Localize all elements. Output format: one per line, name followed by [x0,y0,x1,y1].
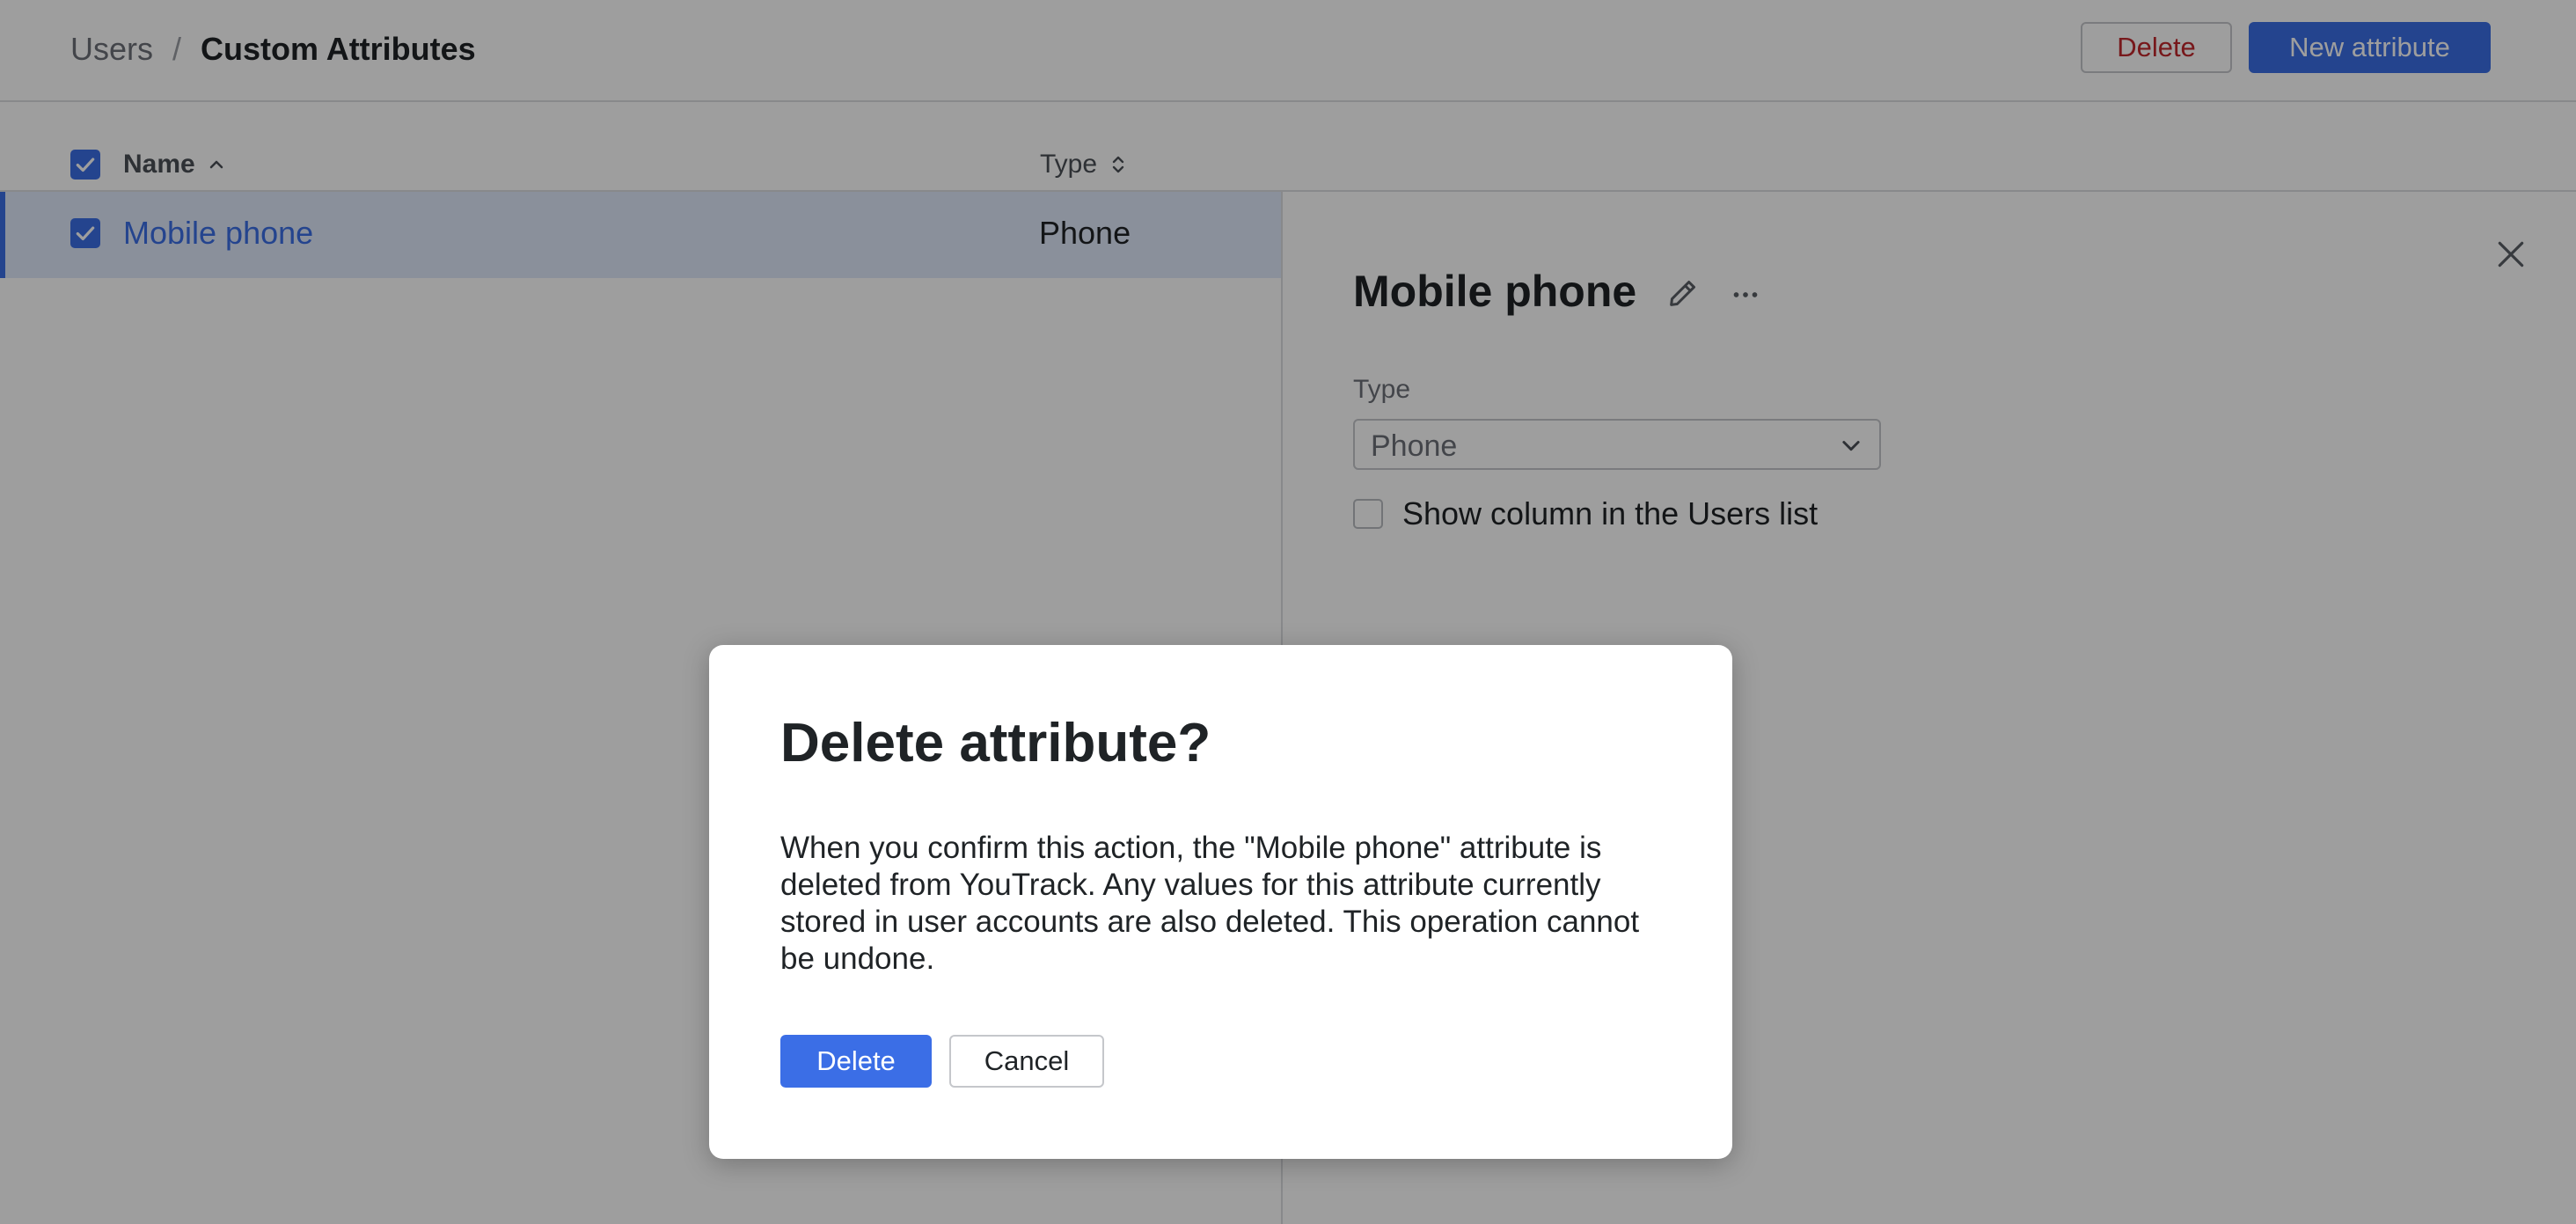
delete-attribute-dialog: Delete attribute? When you confirm this … [709,645,1732,1159]
dialog-message: When you confirm this action, the "Mobil… [780,831,1640,976]
cancel-button[interactable]: Cancel [949,1035,1104,1088]
dialog-title: Delete attribute? [780,713,1211,773]
confirm-delete-button[interactable]: Delete [780,1035,932,1088]
